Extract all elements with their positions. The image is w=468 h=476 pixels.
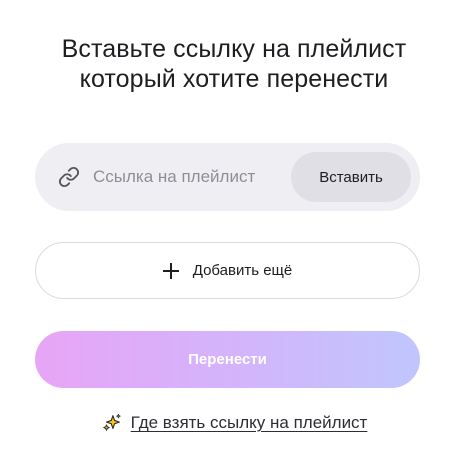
link-icon (57, 165, 81, 189)
add-more-label: Добавить ещё (192, 262, 293, 279)
help-link-label: Где взять ссылку на плейлист (130, 413, 368, 432)
playlist-link-input[interactable] (93, 167, 283, 187)
add-more-button[interactable]: Добавить ещё (35, 242, 420, 299)
plus-icon (162, 262, 179, 279)
sparkle-icon (102, 413, 121, 431)
playlist-link-field: Вставить (35, 143, 420, 211)
paste-button[interactable]: Вставить (291, 152, 411, 202)
playlist-transfer-page: Вставьте ссылку на плейлист который хоти… (0, 0, 468, 476)
page-title-line-2: который хотите перенести (79, 65, 389, 93)
page-title: Вставьте ссылку на плейлист который хоти… (0, 34, 468, 94)
page-title-line-1: Вставьте ссылку на плейлист (61, 35, 407, 63)
transfer-button[interactable]: Перенести (35, 331, 420, 388)
playlist-link-help[interactable]: Где взять ссылку на плейлист (0, 412, 468, 434)
